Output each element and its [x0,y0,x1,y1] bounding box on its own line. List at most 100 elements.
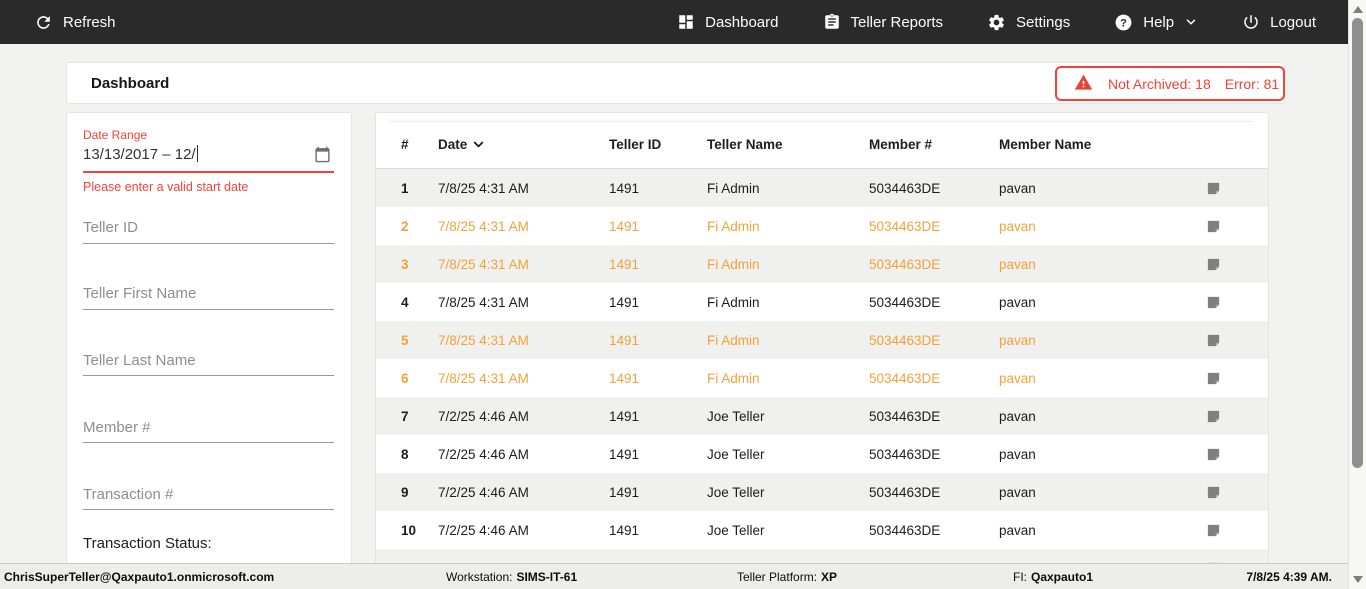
nav-label-teller-reports: Teller Reports [851,14,944,31]
row-member-number: 5034463DE [869,321,994,359]
calendar-icon[interactable] [314,146,331,168]
table-row[interactable]: 10 7/2/25 4:46 AM 1491 Joe Teller 503446… [376,511,1268,549]
column-header-teller-id[interactable]: Teller ID [609,121,704,168]
row-teller-name: Fi Admin [707,169,862,207]
archive-status-badge[interactable]: Not Archived: 18 Error: 81 [1055,66,1285,101]
status-timestamp: 7/8/25 4:39 AM. [1246,564,1332,589]
row-date: 7/2/25 4:46 AM [438,473,603,511]
note-icon[interactable] [1206,169,1236,207]
scroll-down-arrow-icon[interactable] [1353,576,1363,583]
table-row[interactable]: 4 7/8/25 4:31 AM 1491 Fi Admin 5034463DE… [376,283,1268,321]
column-header-member-name[interactable]: Member Name [999,121,1199,168]
chevron-down-icon [1184,15,1198,29]
row-member-name: pavan [999,511,1199,549]
scrollbar-thumb[interactable] [1352,18,1363,468]
row-member-number: 5034463DE [869,549,994,563]
table-row[interactable]: 8 7/2/25 4:46 AM 1491 Joe Teller 5034463… [376,435,1268,473]
vertical-scrollbar[interactable] [1348,0,1366,589]
row-date: 7/2/25 4:46 AM [438,435,603,473]
teller-first-name-input[interactable]: Teller First Name [83,285,196,302]
row-number: 1 [401,169,433,207]
table-row[interactable]: 5 7/8/25 4:31 AM 1491 Fi Admin 5034463DE… [376,321,1268,359]
row-date: 7/8/25 4:31 AM [438,283,603,321]
row-number: 8 [401,435,433,473]
note-icon[interactable] [1206,283,1236,321]
nav-label-dashboard: Dashboard [705,14,778,31]
row-member-name: pavan [999,435,1199,473]
row-member-number: 5034463DE [869,397,994,435]
column-header-date[interactable]: Date [438,121,603,168]
column-header-number[interactable]: # [401,121,433,168]
transaction-number-input[interactable]: Transaction # [83,486,173,503]
nav-item-teller-reports[interactable]: Teller Reports [823,13,944,31]
table-row[interactable]: 1 7/8/25 4:31 AM 1491 Fi Admin 5034463DE… [376,169,1268,207]
note-icon[interactable] [1206,359,1236,397]
svg-text:?: ? [1120,17,1127,29]
sort-desc-icon [471,137,486,152]
note-icon[interactable] [1206,397,1236,435]
note-icon[interactable] [1206,207,1236,245]
clipboard-icon [823,13,841,31]
nav-item-help[interactable]: ? Help [1114,13,1198,32]
row-teller-name: Fi Admin [707,245,862,283]
row-member-name: pavan [999,245,1199,283]
date-range-input[interactable]: 13/13/2017 – 12/ [83,145,198,163]
table-row[interactable]: 7 7/2/25 4:46 AM 1491 Joe Teller 5034463… [376,397,1268,435]
row-teller-name: Fi Admin [707,207,862,245]
refresh-icon [34,13,53,32]
dashboard-grid-icon [677,13,695,31]
nav-item-dashboard[interactable]: Dashboard [677,13,778,31]
table-header-row: # Date Teller ID Teller Name Member # Me… [376,121,1268,169]
scroll-up-arrow-icon[interactable] [1353,6,1363,13]
nav-item-logout[interactable]: Logout [1242,13,1316,31]
column-header-teller-name[interactable]: Teller Name [707,121,862,168]
fi-info: FI:Qaxpauto1 [1013,564,1093,589]
row-member-name: pavan [999,321,1199,359]
transaction-status-label: Transaction Status: [83,535,212,552]
refresh-button[interactable]: Refresh [34,13,116,32]
row-teller-id: 1491 [609,549,704,563]
row-date: 7/2/25 4:46 AM [438,511,603,549]
transactions-table: # Date Teller ID Teller Name Member # Me… [375,112,1269,563]
table-row[interactable]: 9 7/2/25 4:46 AM 1491 Joe Teller 5034463… [376,473,1268,511]
row-member-number: 5034463DE [869,511,994,549]
row-teller-name: Joe Teller [707,549,862,563]
row-number: 7 [401,397,433,435]
note-icon[interactable] [1206,549,1236,563]
row-teller-id: 1491 [609,207,704,245]
row-member-number: 5034463DE [869,435,994,473]
row-member-name: pavan [999,283,1199,321]
note-icon[interactable] [1206,473,1236,511]
power-icon [1242,13,1260,31]
member-number-input[interactable]: Member # [83,419,151,436]
row-number: 5 [401,321,433,359]
row-number: 3 [401,245,433,283]
date-range-underline [83,171,334,173]
row-teller-id: 1491 [609,321,704,359]
table-row[interactable]: 6 7/8/25 4:31 AM 1491 Fi Admin 5034463DE… [376,359,1268,397]
row-teller-id: 1491 [609,511,704,549]
filters-panel: Date Range 13/13/2017 – 12/ Please enter… [66,112,352,563]
teller-last-name-input[interactable]: Teller Last Name [83,352,196,369]
note-icon[interactable] [1206,245,1236,283]
table-row[interactable]: 3 7/8/25 4:31 AM 1491 Fi Admin 5034463DE… [376,245,1268,283]
row-number: 10 [401,511,433,549]
teller-id-input[interactable]: Teller ID [83,219,138,236]
row-teller-name: Fi Admin [707,359,862,397]
teller-id-underline [83,243,334,244]
table-row[interactable]: 11 7/2/25 4:46 AM 1491 Joe Teller 503446… [376,549,1268,563]
row-teller-name: Fi Admin [707,321,862,359]
help-icon: ? [1114,13,1133,32]
nav-label-help: Help [1143,14,1174,31]
note-icon[interactable] [1206,511,1236,549]
note-icon[interactable] [1206,321,1236,359]
row-date: 7/8/25 4:31 AM [438,321,603,359]
column-header-member-number[interactable]: Member # [869,121,994,168]
page-title-bar: Dashboard Not Archived: 18 Error: 81 [66,62,1285,104]
row-number: 9 [401,473,433,511]
note-icon[interactable] [1206,435,1236,473]
table-row[interactable]: 2 7/8/25 4:31 AM 1491 Fi Admin 5034463DE… [376,207,1268,245]
row-number: 4 [401,283,433,321]
gear-icon [987,13,1006,32]
nav-item-settings[interactable]: Settings [987,13,1070,32]
